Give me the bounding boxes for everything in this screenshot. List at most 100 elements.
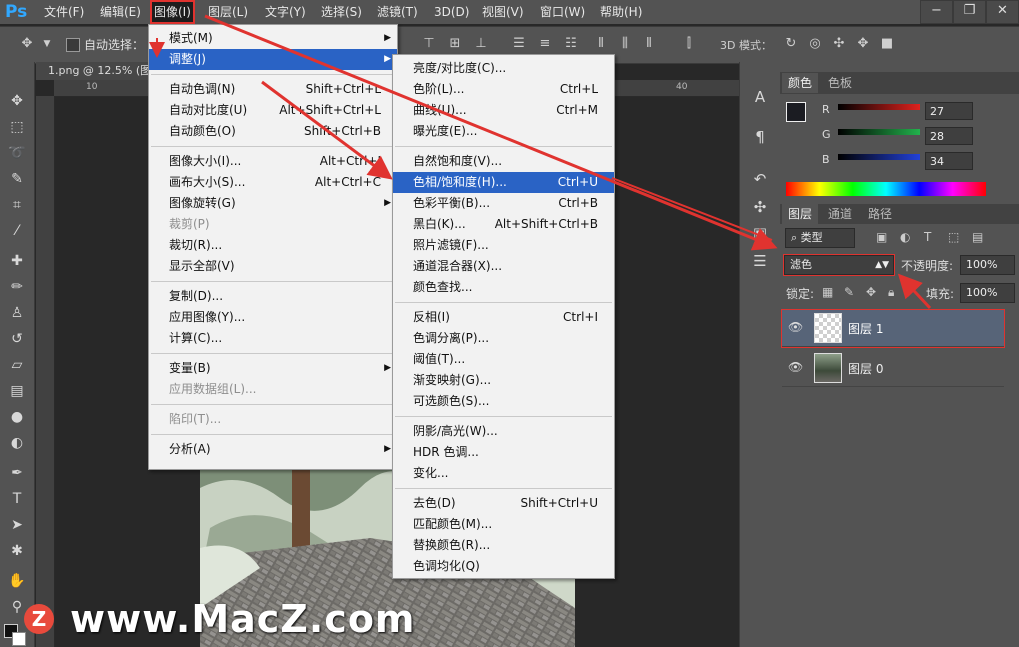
adjust-menu-item[interactable]: 色调均化(Q) <box>393 556 614 577</box>
red-value-input[interactable]: 27 <box>925 102 973 120</box>
menu-view[interactable]: 视图(V) <box>482 0 524 24</box>
image-menu-item[interactable]: 裁切(R)... <box>149 235 397 256</box>
adjust-menu-item[interactable]: 替换颜色(R)... <box>393 535 614 556</box>
tab-color[interactable]: 颜色 <box>782 73 819 93</box>
menu-help[interactable]: 帮助(H) <box>600 0 642 24</box>
color-spectrum-bar[interactable] <box>786 182 986 196</box>
eyedropper-tool-icon[interactable]: ⁄ <box>6 220 28 242</box>
3d-scale-icon[interactable]: ■ <box>878 35 896 53</box>
image-menu-item[interactable]: 图像旋转(G) ▶ <box>149 193 397 214</box>
menu-image[interactable]: 图像(I) <box>150 0 195 24</box>
adjust-menu-item[interactable]: 去色(D) Shift+Ctrl+U <box>393 493 614 514</box>
blue-value-input[interactable]: 34 <box>925 152 973 170</box>
gradient-tool-icon[interactable]: ▤ <box>6 380 28 402</box>
adjust-menu-item[interactable]: 色相/饱和度(H)... Ctrl+U <box>393 172 614 193</box>
adjust-menu-item[interactable]: HDR 色调... <box>393 442 614 463</box>
adjust-menu-item[interactable]: 阈值(T)... <box>393 349 614 370</box>
lock-all-icon[interactable]: 🔒︎ <box>888 285 894 300</box>
tab-paths[interactable]: 路径 <box>862 204 898 224</box>
green-value-input[interactable]: 28 <box>925 127 973 145</box>
adjust-menu-item[interactable]: 色调分离(P)... <box>393 328 614 349</box>
menu-edit[interactable]: 编辑(E) <box>100 0 141 24</box>
layer-row-0[interactable]: 👁︎ 图层 0 <box>782 350 1004 387</box>
adjust-menu-item[interactable]: 反相(I) Ctrl+I <box>393 307 614 328</box>
distribute-center-icon[interactable]: ⫼ <box>616 35 634 53</box>
auto-align-icon[interactable]: ⫿ <box>680 35 698 53</box>
align-bottom-icon[interactable]: ⊥ <box>472 35 490 53</box>
image-menu-item[interactable]: 图像大小(I)... Alt+Ctrl+I <box>149 151 397 172</box>
layer-filter-select[interactable]: ⌕ 类型 <box>785 228 855 248</box>
healing-brush-tool-icon[interactable]: ✚ <box>6 250 28 272</box>
blue-slider-track[interactable] <box>838 154 920 160</box>
shape-filter-icon[interactable]: ⬚ <box>948 230 959 244</box>
menu-layer[interactable]: 图层(L) <box>208 0 248 24</box>
image-filter-icon[interactable]: ▣ <box>876 230 887 244</box>
menu-file[interactable]: 文件(F) <box>44 0 84 24</box>
3d-rotate-icon[interactable]: ↻ <box>782 35 800 53</box>
move-tool-icon[interactable]: ✥ <box>6 90 28 112</box>
adjust-menu-item[interactable]: 自然饱和度(V)... <box>393 151 614 172</box>
history-panel-icon[interactable]: ↶ <box>749 168 771 190</box>
chevron-down-icon[interactable]: ▼ <box>38 35 56 53</box>
image-menu-item[interactable]: 自动色调(N) Shift+Ctrl+L <box>149 79 397 100</box>
adjust-menu-item[interactable]: 曝光度(E)... <box>393 121 614 142</box>
eye-visibility-icon[interactable]: 👁︎ <box>788 360 803 374</box>
image-menu-item[interactable]: 复制(D)... <box>149 286 397 307</box>
adjust-menu-item[interactable]: 渐变映射(G)... <box>393 370 614 391</box>
paragraph-panel-icon[interactable]: ¶ <box>749 126 771 148</box>
pen-tool-icon[interactable]: ✒ <box>6 462 28 484</box>
lock-pixels-icon[interactable]: ✎ <box>844 285 854 299</box>
image-menu-item[interactable]: 自动颜色(O) Shift+Ctrl+B <box>149 121 397 142</box>
brush-tool-icon[interactable]: ✏ <box>6 276 28 298</box>
move-tool-icon[interactable]: ✥ <box>18 35 36 53</box>
smart-object-filter-icon[interactable]: ▤ <box>972 230 983 244</box>
crop-tool-icon[interactable]: ⌗ <box>6 194 28 216</box>
hand-tool-icon[interactable]: ✋ <box>6 570 28 592</box>
lock-transparent-icon[interactable]: ▦ <box>822 285 833 299</box>
adjust-menu-item[interactable]: 色阶(L)... Ctrl+L <box>393 79 614 100</box>
minimize-button[interactable]: − <box>920 0 953 24</box>
align-top-icon[interactable]: ⊤ <box>420 35 438 53</box>
opacity-input[interactable]: 100% <box>960 255 1015 275</box>
tab-layers[interactable]: 图层 <box>782 204 819 224</box>
eraser-tool-icon[interactable]: ▱ <box>6 354 28 376</box>
distribute-middle-icon[interactable]: ≡ <box>536 35 554 53</box>
adjust-menu-item[interactable]: 色彩平衡(B)... Ctrl+B <box>393 193 614 214</box>
properties-panel-icon[interactable]: ▣ <box>749 222 771 244</box>
menu-select[interactable]: 选择(S) <box>321 0 362 24</box>
image-menu-item[interactable]: 显示全部(V) <box>149 256 397 277</box>
3d-drag-icon[interactable]: ✣ <box>830 35 848 53</box>
3d-roll-icon[interactable]: ◎ <box>806 35 824 53</box>
distribute-right-icon[interactable]: ⫴ <box>640 35 658 53</box>
clone-stamp-tool-icon[interactable]: ♙ <box>6 302 28 324</box>
adjustments-panel-icon[interactable]: ☰ <box>749 250 771 272</box>
adjust-menu-item[interactable]: 变化... <box>393 463 614 484</box>
adjust-menu-item[interactable]: 颜色查找... <box>393 277 614 298</box>
adjust-menu-item[interactable]: 亮度/对比度(C)... <box>393 58 614 79</box>
green-slider-track[interactable] <box>838 129 920 135</box>
type-tool-icon[interactable]: T <box>6 488 28 510</box>
type-filter-icon[interactable]: T <box>924 230 931 244</box>
lock-position-icon[interactable]: ✥ <box>866 285 876 299</box>
adjust-menu-item[interactable]: 通道混合器(X)... <box>393 256 614 277</box>
distribute-left-icon[interactable]: ⫴ <box>592 35 610 53</box>
align-middle-icon[interactable]: ⊞ <box>446 35 464 53</box>
adjust-menu-item[interactable]: 黑白(K)... Alt+Shift+Ctrl+B <box>393 214 614 235</box>
background-color-swatch[interactable] <box>12 632 26 646</box>
image-menu-item[interactable]: 应用图像(Y)... <box>149 307 397 328</box>
character-panel-icon[interactable]: A <box>749 86 771 108</box>
path-select-tool-icon[interactable]: ➤ <box>6 514 28 536</box>
blur-tool-icon[interactable]: ● <box>6 406 28 428</box>
image-menu-item[interactable]: 调整(J) ▶ <box>149 49 397 70</box>
dodge-tool-icon[interactable]: ◐ <box>6 432 28 454</box>
fill-input[interactable]: 100% <box>960 283 1015 303</box>
adjust-menu-item[interactable]: 匹配颜色(M)... <box>393 514 614 535</box>
image-menu-item[interactable]: 分析(A) ▶ <box>149 439 397 460</box>
image-menu-item[interactable]: 计算(C)... <box>149 328 397 349</box>
adjust-menu-item[interactable]: 照片滤镜(F)... <box>393 235 614 256</box>
red-slider-track[interactable] <box>838 104 920 110</box>
auto-select-checkbox[interactable] <box>66 38 80 52</box>
tab-swatches[interactable]: 色板 <box>822 73 858 93</box>
adjust-menu-item[interactable]: 曲线(U)... Ctrl+M <box>393 100 614 121</box>
image-menu-item[interactable]: 自动对比度(U) Alt+Shift+Ctrl+L <box>149 100 397 121</box>
